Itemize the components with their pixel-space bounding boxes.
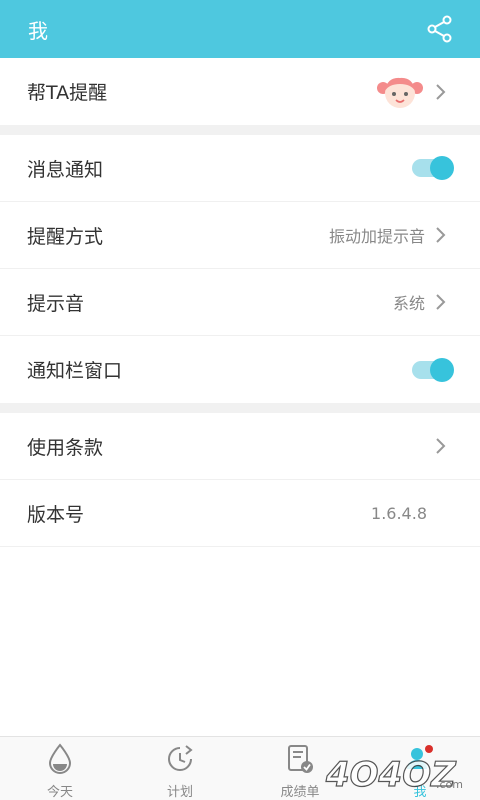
girl-avatar-icon bbox=[375, 74, 425, 110]
terms-row[interactable]: 使用条款 bbox=[0, 413, 480, 480]
settings-group-about: 使用条款 版本号 1.6.4.8 bbox=[0, 413, 480, 547]
settings-group-help: 帮TA提醒 bbox=[0, 58, 480, 125]
version-label: 版本号 bbox=[27, 503, 85, 526]
notifications-toggle[interactable] bbox=[412, 156, 454, 180]
app-bar: 我 bbox=[0, 0, 480, 58]
notif-bar-label: 通知栏窗口 bbox=[27, 360, 123, 382]
settings-group-notify: 消息通知 提醒方式 振动加提示音 提示音 系统 通知栏窗口 bbox=[0, 135, 480, 403]
clock-icon bbox=[164, 743, 196, 775]
nav-label-plan: 计划 bbox=[166, 785, 193, 800]
notif-bar-toggle[interactable] bbox=[412, 357, 454, 382]
section-divider bbox=[0, 403, 480, 413]
nav-item-me[interactable]: 我 bbox=[360, 737, 480, 800]
report-check-icon bbox=[284, 743, 316, 775]
nav-label-today: 今天 bbox=[46, 785, 73, 800]
bottom-nav: 今天 计划 成绩单 我 bbox=[0, 736, 480, 800]
water-drop-icon bbox=[44, 743, 76, 775]
reminder-mode-value: 振动加提示音 bbox=[328, 227, 425, 246]
section-divider bbox=[0, 125, 480, 135]
version-row: 版本号 1.6.4.8 bbox=[0, 480, 480, 547]
toggle-knob bbox=[430, 156, 454, 180]
reminder-mode-row[interactable]: 提醒方式 振动加提示音 bbox=[0, 202, 480, 269]
nav-item-plan[interactable]: 计划 bbox=[120, 737, 240, 800]
version-value: 1.6.4.8 bbox=[371, 503, 427, 523]
toggle-knob bbox=[430, 357, 454, 382]
notifications-label: 消息通知 bbox=[27, 158, 104, 181]
chevron-right-icon bbox=[435, 226, 447, 244]
chevron-right-icon bbox=[435, 293, 447, 311]
sound-row[interactable]: 提示音 系统 bbox=[0, 269, 480, 336]
notifications-row: 消息通知 bbox=[0, 135, 480, 202]
nav-item-report[interactable]: 成绩单 bbox=[240, 737, 360, 800]
sound-value: 系统 bbox=[392, 294, 425, 313]
chevron-right-icon bbox=[435, 83, 447, 101]
chevron-right-icon bbox=[435, 437, 447, 455]
settings-content: 帮TA提醒 消息通知 提醒方式 振动加提示音 提示音 系统 通知栏窗口 使用条款… bbox=[0, 58, 480, 736]
nav-label-me: 我 bbox=[413, 785, 427, 800]
nav-label-report: 成绩单 bbox=[280, 785, 320, 800]
help-ta-remind-label: 帮TA提醒 bbox=[27, 82, 108, 104]
sound-label: 提示音 bbox=[27, 292, 85, 315]
page-title: 我 bbox=[28, 18, 48, 43]
reminder-mode-label: 提醒方式 bbox=[27, 225, 104, 248]
notif-bar-row: 通知栏窗口 bbox=[0, 336, 480, 403]
nav-item-today[interactable]: 今天 bbox=[0, 737, 120, 800]
help-ta-remind-row[interactable]: 帮TA提醒 bbox=[0, 58, 480, 125]
share-icon[interactable] bbox=[426, 15, 454, 43]
profile-icon bbox=[404, 743, 436, 775]
terms-label: 使用条款 bbox=[27, 436, 104, 459]
